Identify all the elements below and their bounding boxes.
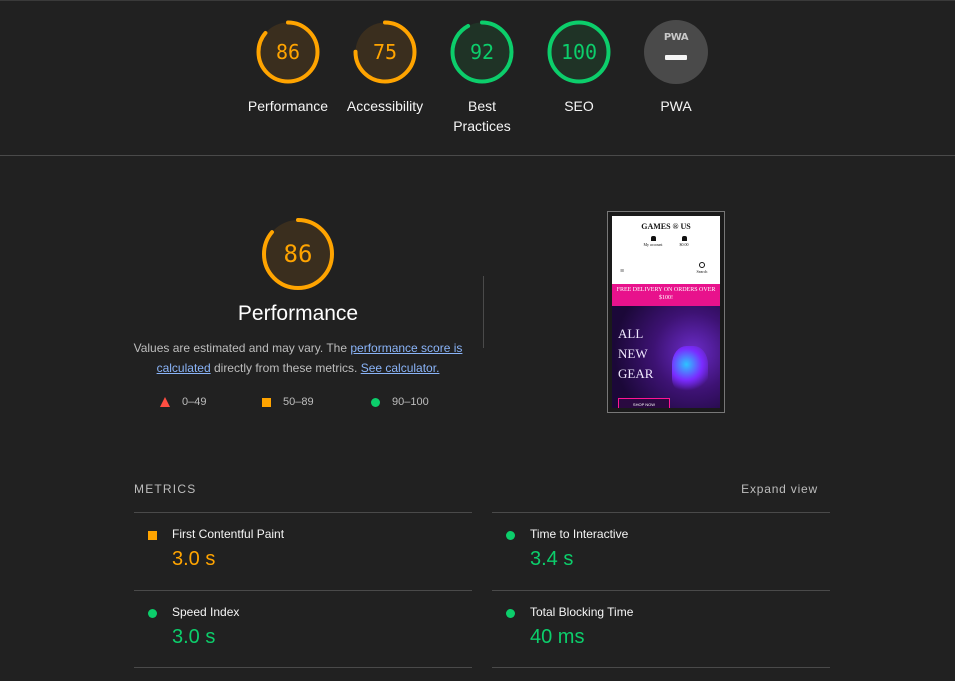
- metric-label: Total Blocking Time: [530, 605, 634, 619]
- hero-line: NEW: [618, 346, 648, 361]
- search-icon: [699, 262, 705, 268]
- gauge-label: SEO: [564, 98, 594, 114]
- metric-row-divider: [492, 667, 830, 668]
- score-legend: 0–49 50–89 90–100: [160, 396, 460, 412]
- hero-button: SHOP NOW: [618, 398, 670, 408]
- legend-fail: 0–49: [160, 396, 206, 408]
- metric-value: 40 ms: [530, 626, 585, 648]
- metric-speed-index: Speed Index 3.0 s: [134, 590, 472, 668]
- triangle-icon: [160, 397, 170, 407]
- metrics-heading: METRICS: [134, 482, 197, 496]
- score-gauges: 86 Performance 75 Accessibility 92 Best …: [0, 0, 955, 156]
- metric-first-contentful-paint: First Contentful Paint 3.0 s: [134, 512, 472, 590]
- user-icon: [650, 236, 656, 241]
- thumbnail-search-label: Search: [696, 269, 708, 274]
- pwa-badge-text: PWA: [663, 32, 689, 43]
- legend-range: 50–89: [283, 396, 314, 408]
- gauge-label: PWA: [660, 98, 692, 114]
- gauge-label: Accessibility: [346, 98, 424, 114]
- see-calculator-link[interactable]: See calculator.: [361, 361, 440, 375]
- metric-label: Time to Interactive: [530, 527, 629, 541]
- gauge-label-line2: Practices: [453, 118, 511, 134]
- thumbnail-cart-label: $0.00: [679, 242, 689, 247]
- page-screenshot-thumbnail[interactable]: GAMES ® US My account $0.00 ≡ Search FRE…: [607, 211, 725, 413]
- thumbnail-account: My account: [638, 236, 668, 247]
- vertical-divider: [483, 276, 484, 348]
- metric-total-blocking-time: Total Blocking Time 40 ms: [492, 590, 830, 668]
- legend-pass: 90–100: [371, 396, 429, 408]
- metric-value: 3.0 s: [172, 548, 216, 570]
- metric-label: Speed Index: [172, 605, 240, 619]
- thumbnail-banner: FREE DELIVERY ON ORDERS OVER $100!: [612, 284, 720, 306]
- gauge-seo[interactable]: 100 SEO: [529, 18, 629, 116]
- square-icon: [148, 531, 157, 540]
- hamburger-icon: ≡: [620, 268, 625, 275]
- gauge-pwa[interactable]: PWA PWA: [626, 18, 726, 116]
- hero-text: ALL NEW GEAR: [618, 324, 653, 384]
- gauge-best-practices[interactable]: 92 Best Practices: [432, 18, 532, 136]
- thumbnail-account-label: My account: [643, 242, 663, 247]
- thumbnail-search: Search: [692, 262, 712, 274]
- expand-view-toggle[interactable]: Expand view: [741, 482, 818, 496]
- square-icon: [262, 397, 271, 407]
- pwa-badge: [644, 20, 708, 84]
- hero-line: ALL: [618, 326, 644, 341]
- thumbnail-hero: ALL NEW GEAR SHOP NOW: [612, 306, 720, 408]
- gauge-performance[interactable]: 86 Performance: [238, 18, 338, 116]
- legend-average: 50–89: [262, 396, 314, 408]
- thumbnail-brand: GAMES ® US: [641, 222, 691, 231]
- legend-range: 90–100: [392, 396, 429, 408]
- circle-icon: [148, 609, 157, 618]
- bag-icon: [681, 236, 687, 241]
- metric-value: 3.4 s: [530, 548, 574, 570]
- circle-icon: [506, 531, 515, 540]
- metric-value: 3.0 s: [172, 626, 216, 648]
- pwa-dash-icon: [665, 55, 687, 60]
- performance-gauge: 86: [248, 214, 348, 294]
- gauge-accessibility[interactable]: 75 Accessibility: [335, 18, 435, 116]
- section-divider: [0, 155, 955, 156]
- thumbnail-page: GAMES ® US My account $0.00 ≡ Search FRE…: [612, 216, 720, 408]
- hero-figure-image: [672, 346, 708, 392]
- gauge-label: Best Practices: [432, 96, 532, 136]
- circle-icon: [506, 609, 515, 618]
- gauge-label: Performance: [247, 98, 329, 114]
- performance-score: 86: [283, 240, 313, 268]
- hero-line: GEAR: [618, 366, 654, 381]
- gauge-score: 100: [560, 40, 598, 64]
- gauge-score: 92: [469, 40, 495, 64]
- metric-row-divider: [134, 667, 472, 668]
- performance-description: Values are estimated and may vary. The p…: [128, 338, 468, 378]
- gauge-score: 86: [275, 40, 301, 64]
- desc-mid: directly from these metrics.: [210, 361, 361, 375]
- legend-range: 0–49: [182, 396, 207, 408]
- thumbnail-cart: $0.00: [672, 236, 696, 247]
- gauge-score: 75: [372, 40, 398, 64]
- circle-icon: [371, 397, 380, 407]
- gauge-label-line1: Best: [467, 98, 496, 114]
- metric-time-to-interactive: Time to Interactive 3.4 s: [492, 512, 830, 590]
- performance-title: Performance: [237, 302, 359, 325]
- metric-label: First Contentful Paint: [172, 527, 285, 541]
- desc-prefix: Values are estimated and may vary. The: [133, 341, 351, 355]
